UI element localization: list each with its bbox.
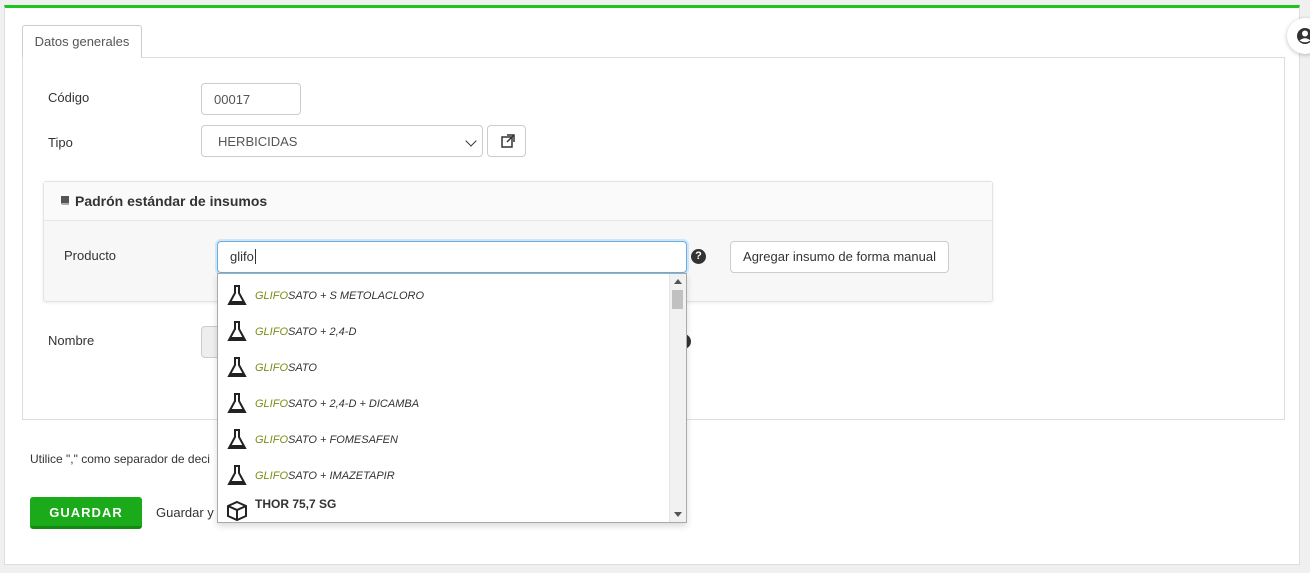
- flask-icon: [227, 393, 247, 413]
- external-link-icon: [501, 134, 515, 148]
- nombre-label: Nombre: [48, 333, 95, 348]
- item-rest: SATO + FOMESAFEN: [288, 434, 398, 446]
- codigo-input[interactable]: 00017: [201, 83, 301, 115]
- flask-icon: [227, 429, 247, 449]
- codigo-label: Código: [48, 90, 90, 105]
- dropdown-item[interactable]: GLIFOSATO: [218, 348, 670, 384]
- tipo-select[interactable]: HERBICIDAS: [201, 125, 483, 157]
- decimal-separator-note: Utilice "," como separador de deci: [30, 452, 210, 466]
- flask-icon: [227, 285, 247, 305]
- help-icon[interactable]: ?: [691, 249, 706, 264]
- flask-icon: [227, 357, 247, 377]
- flask-icon: [227, 465, 247, 485]
- dropdown-item[interactable]: GLIFOSATO + 2,4-D + DICAMBA: [218, 384, 670, 420]
- flask-icon: [227, 321, 247, 341]
- chevron-down-icon: [465, 135, 477, 147]
- tab-datos-generales[interactable]: Datos generales: [22, 25, 142, 58]
- item-rest: SATO + 2,4-D + DICAMBA: [288, 398, 420, 410]
- producto-label: Producto: [64, 248, 117, 263]
- autocomplete-dropdown[interactable]: GLIFOSATO + S METOLACLORO GLIFOSATO + 2,…: [217, 273, 687, 523]
- scroll-down-icon[interactable]: [674, 512, 682, 517]
- dropdown-item[interactable]: GLIFOSATO + IMAZETAPIR: [218, 456, 670, 492]
- producto-search-input[interactable]: glifo: [217, 241, 687, 273]
- dropdown-item[interactable]: GLIFOSATO + FOMESAFEN: [218, 420, 670, 456]
- book-icon: [60, 196, 69, 207]
- user-menu-button[interactable]: [1287, 18, 1310, 54]
- item-match: GLIFO: [255, 434, 289, 446]
- producto-search-value: glifo: [230, 249, 254, 264]
- item-rest: SATO + IMAZETAPIR: [288, 470, 395, 482]
- item-match: GLIFO: [255, 362, 289, 374]
- dropdown-item[interactable]: GLIFOSATO + 2,4-D: [218, 312, 670, 348]
- dropdown-scrollbar[interactable]: [669, 274, 686, 522]
- save-button[interactable]: GUARDAR: [30, 497, 142, 529]
- tipo-label: Tipo: [48, 135, 73, 150]
- dropdown-item[interactable]: THOR 75,7 SG: [218, 492, 670, 522]
- item-rest: SATO + 2,4-D: [288, 326, 357, 338]
- add-manual-insumo-button[interactable]: Agregar insumo de forma manual: [730, 241, 949, 273]
- scroll-thumb[interactable]: [672, 290, 683, 309]
- tipo-value: HERBICIDAS: [218, 133, 298, 149]
- dropdown-item[interactable]: GLIFOSATO + S METOLACLORO: [218, 276, 670, 312]
- item-rest: SATO + S METOLACLORO: [288, 290, 425, 302]
- box-icon: [227, 500, 247, 522]
- codigo-value: 00017: [214, 91, 251, 107]
- item-match: GLIFO: [255, 470, 289, 482]
- item-match: GLIFO: [255, 398, 289, 410]
- save-and-link[interactable]: Guardar y: [156, 505, 214, 520]
- scroll-up-icon[interactable]: [674, 279, 682, 284]
- user-icon: [1297, 28, 1310, 44]
- item-match: GLIFO: [255, 290, 289, 302]
- item-rest: SATO: [288, 362, 317, 374]
- item-name: THOR 75,7 SG: [255, 497, 337, 511]
- item-match: GLIFO: [255, 326, 289, 338]
- open-tipo-button[interactable]: [487, 125, 526, 157]
- panel-header: Padrón estándar de insumos: [44, 182, 992, 221]
- panel-title: Padrón estándar de insumos: [75, 193, 268, 209]
